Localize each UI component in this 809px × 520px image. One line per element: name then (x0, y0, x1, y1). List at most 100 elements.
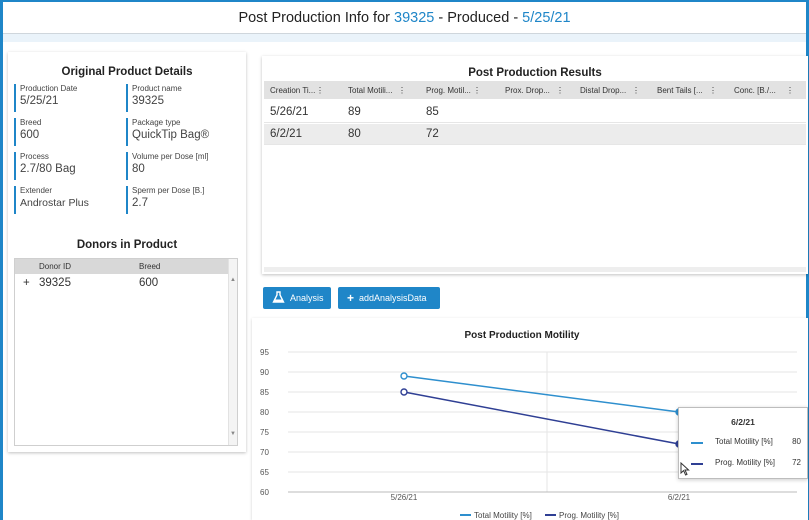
donors-vertical-scrollbar[interactable]: ▲ ▼ (228, 259, 237, 445)
package-type-value: QuickTip Bag® (132, 129, 210, 141)
volume-per-dose-field: Volume per Dose [ml] 80 (126, 152, 230, 180)
tooltip-name-total: Total Motility [%] (715, 437, 773, 446)
expand-row-icon[interactable]: + (23, 277, 30, 289)
volume-per-dose-label: Volume per Dose [ml] (132, 152, 209, 161)
tooltip-swatch-prog (691, 463, 703, 465)
col-menu-icon[interactable]: ⋮ (316, 86, 324, 95)
col-menu-icon[interactable]: ⋮ (632, 86, 640, 95)
total-motility-cell: 80 (348, 128, 361, 140)
add-analysis-data-button[interactable]: + addAnalysisData (338, 287, 440, 309)
col-bent-tails[interactable]: Bent Tails [... (657, 86, 703, 95)
breed-value: 600 (20, 129, 40, 141)
donors-title: Donors in Product (76, 239, 178, 251)
product-name-value: 39325 (132, 95, 164, 107)
tooltip-row-total: Total Motility [%] 80 (691, 437, 807, 449)
y-tick-label: 65 (260, 468, 269, 477)
mouse-pointer-icon (680, 461, 690, 479)
creation-time-cell: 5/26/21 (270, 106, 309, 118)
analysis-button-label: Analysis (290, 293, 324, 303)
breed-label: Breed (20, 118, 42, 127)
results-title: Post Production Results (468, 67, 602, 79)
scroll-up-icon[interactable]: ▲ (230, 277, 236, 283)
title-middle: - Produced - (434, 10, 523, 26)
col-menu-icon[interactable]: ⋮ (556, 86, 564, 95)
table-row[interactable]: 5/26/21 89 85 (264, 102, 806, 123)
table-row[interactable]: 6/2/21 80 72 (264, 124, 806, 145)
post-production-results-panel: Post Production Results Creation Ti... ⋮… (262, 56, 808, 274)
prog-motility-cell: 72 (426, 128, 439, 140)
process-field: Process 2.7/80 Bag (14, 152, 118, 180)
results-horizontal-scrollbar[interactable] (264, 267, 806, 272)
volume-per-dose-value: 80 (132, 163, 145, 175)
package-type-field: Package type QuickTip Bag® (126, 118, 230, 146)
col-prox-drop[interactable]: Prox. Drop... (505, 86, 550, 95)
title-prefix: Post Production Info for (238, 10, 394, 26)
series-line (403, 375, 680, 413)
tooltip-row-prog: Prog. Motility [%] 72 (691, 458, 807, 470)
donor-id-cell: 39325 (39, 277, 71, 289)
col-menu-icon[interactable]: ⋮ (398, 86, 406, 95)
total-motility-cell: 89 (348, 106, 361, 118)
package-type-label: Package type (132, 118, 181, 127)
y-tick-label: 85 (260, 388, 269, 397)
y-tick-label: 95 (260, 348, 269, 357)
col-creation-time[interactable]: Creation Ti... (270, 86, 315, 95)
breed-column-header[interactable]: Breed (139, 262, 160, 271)
col-menu-icon[interactable]: ⋮ (473, 86, 481, 95)
extender-field: Extender Androstar Plus (14, 186, 118, 214)
product-name-label: Product name (132, 84, 182, 93)
flask-icon (272, 290, 285, 306)
donor-id-column-header[interactable]: Donor ID (39, 262, 71, 271)
window-left-border (0, 0, 3, 520)
sperm-per-dose-field: Sperm per Dose [B.] 2.7 (126, 186, 230, 214)
table-row[interactable]: + 39325 600 (15, 274, 237, 292)
extender-label: Extender (20, 186, 53, 195)
y-tick-label: 60 (260, 488, 269, 497)
legend-label: Total Motility [%] (474, 511, 532, 520)
title-produced-date: 5/25/21 (522, 10, 571, 26)
scroll-down-icon[interactable]: ▼ (230, 431, 236, 437)
col-total-motility[interactable]: Total Motili... (348, 86, 392, 95)
col-prog-motility[interactable]: Prog. Motil... (426, 86, 471, 95)
extender-value: Androstar Plus (20, 197, 89, 209)
title-divider (3, 34, 806, 42)
x-tick-label: 6/2/21 (668, 493, 691, 502)
plus-icon: + (347, 291, 355, 305)
donor-breed-cell: 600 (139, 277, 159, 289)
production-date-value: 5/25/21 (20, 95, 59, 107)
results-table-header: Creation Ti... ⋮ Total Motili... ⋮ Prog.… (264, 81, 806, 99)
analysis-button[interactable]: Analysis (263, 287, 331, 309)
add-analysis-data-label: addAnalysisData (359, 293, 427, 303)
production-date-label: Production Date (20, 84, 78, 93)
breed-field: Breed 600 (14, 118, 118, 146)
sperm-per-dose-value: 2.7 (132, 197, 148, 209)
page-title: Post Production Info for 39325 - Produce… (3, 0, 806, 34)
tooltip-swatch-total (691, 442, 703, 444)
col-menu-icon[interactable]: ⋮ (786, 86, 794, 95)
col-menu-icon[interactable]: ⋮ (709, 86, 717, 95)
product-name-field: Product name 39325 (126, 84, 230, 112)
production-date-field: Production Date 5/25/21 (14, 84, 118, 112)
process-value: 2.7/80 Bag (20, 163, 76, 175)
data-point (400, 372, 408, 380)
y-tick-label: 90 (260, 368, 269, 377)
creation-time-cell: 6/2/21 (270, 128, 302, 140)
tooltip-title: 6/2/21 (731, 417, 755, 427)
y-tick-label: 70 (260, 448, 269, 457)
original-product-panel: Original Product Details Production Date… (8, 52, 246, 452)
process-label: Process (20, 152, 49, 161)
legend-label: Prog. Motility [%] (559, 511, 619, 520)
tooltip-value-total: 80 (792, 437, 801, 446)
tooltip-name-prog: Prog. Motility [%] (715, 458, 776, 467)
col-distal-drop[interactable]: Distal Drop... (580, 86, 626, 95)
sperm-per-dose-label: Sperm per Dose [B.] (132, 186, 205, 195)
donors-table-header: Donor ID Breed (15, 259, 237, 274)
x-tick-label: 5/26/21 (391, 493, 418, 502)
chart-title: Post Production Motility (465, 330, 580, 341)
prog-motility-cell: 85 (426, 106, 439, 118)
donors-table: Donor ID Breed + 39325 600 ▲ ▼ (14, 258, 238, 446)
col-concentration[interactable]: Conc. [B./... (734, 86, 776, 95)
y-tick-label: 75 (260, 428, 269, 437)
data-point (400, 388, 408, 396)
tooltip-value-prog: 72 (792, 458, 801, 467)
